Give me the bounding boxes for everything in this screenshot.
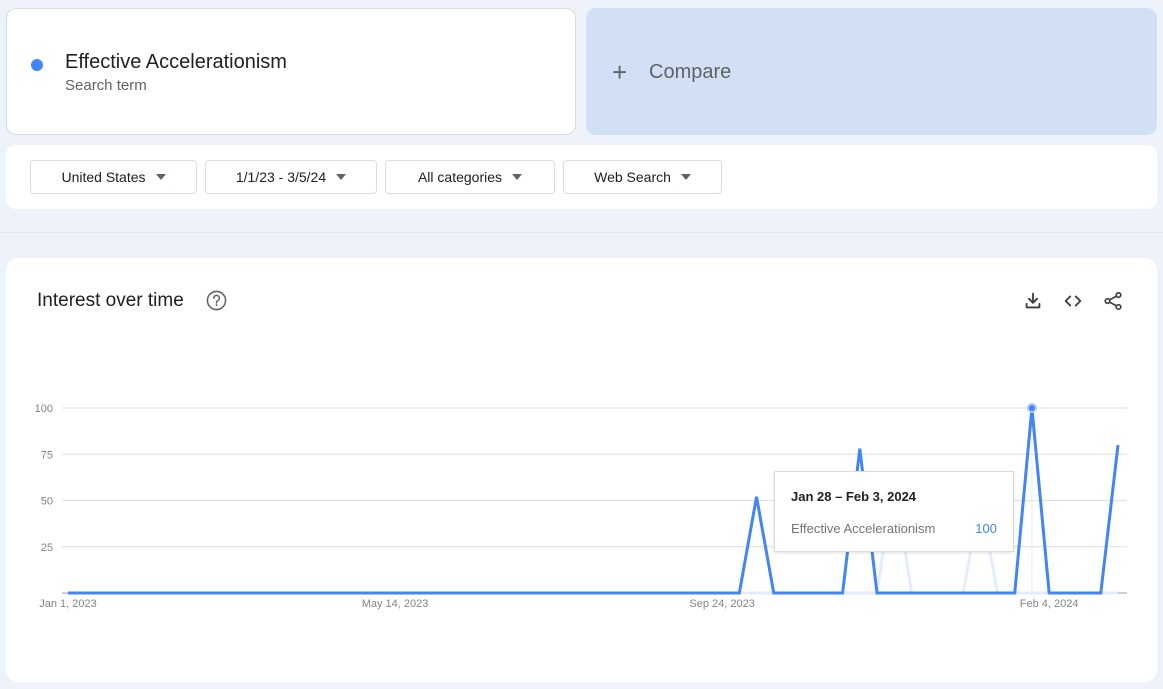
- tooltip-value: 100: [975, 521, 997, 536]
- date-range-value: 1/1/23 - 3/5/24: [235, 169, 327, 185]
- category-dropdown[interactable]: All categories: [385, 160, 555, 194]
- y-tick-label: 25: [41, 542, 53, 554]
- x-tick-label: Jan 1, 2023: [39, 598, 97, 610]
- chevron-down-icon: [512, 174, 523, 180]
- filter-bar: United States 1/1/23 - 3/5/24 All catego…: [6, 145, 1157, 209]
- y-tick-label: 50: [41, 496, 53, 508]
- search-term-card[interactable]: Effective Accelerationism Search term: [6, 8, 576, 135]
- x-tick-label: Sep 24, 2023: [689, 598, 754, 610]
- category-value: All categories: [417, 169, 503, 185]
- chevron-down-icon: [336, 174, 347, 180]
- highlight-point: [1026, 403, 1037, 413]
- region-dropdown[interactable]: United States: [30, 160, 197, 194]
- interest-over-time-panel: Interest over time 100 75 50 25 Jan 1, 2023 M…: [6, 258, 1157, 682]
- y-tick-label: 100: [35, 403, 53, 415]
- y-tick-label: 75: [41, 449, 53, 461]
- search-term-subtitle: Search term: [65, 77, 147, 94]
- section-divider: [0, 232, 1163, 233]
- search-type-dropdown[interactable]: Web Search: [563, 160, 722, 194]
- region-value: United States: [61, 169, 146, 185]
- compare-button[interactable]: + Compare: [586, 8, 1157, 135]
- date-range-dropdown[interactable]: 1/1/23 - 3/5/24: [205, 160, 377, 194]
- line-chart[interactable]: 100 75 50 25 Jan 1, 2023 May 14, 2023 Sep 24, …: [6, 258, 1157, 682]
- chevron-down-icon: [680, 174, 691, 180]
- compare-label: Compare: [649, 61, 732, 83]
- chevron-down-icon: [155, 174, 166, 180]
- search-term-name[interactable]: Effective Accelerationism: [65, 51, 287, 74]
- search-type-value: Web Search: [594, 169, 671, 185]
- series-color-dot: [31, 59, 43, 71]
- chart-tooltip: Jan 28 – Feb 3, 2024 Effective Accelerat…: [774, 471, 1014, 552]
- plus-icon: +: [612, 57, 628, 87]
- tooltip-date: Jan 28 – Feb 3, 2024: [791, 489, 917, 504]
- tooltip-series-name: Effective Accelerationism: [791, 521, 936, 536]
- x-tick-label: Feb 4, 2024: [1020, 598, 1079, 610]
- x-tick-label: May 14, 2023: [362, 598, 429, 610]
